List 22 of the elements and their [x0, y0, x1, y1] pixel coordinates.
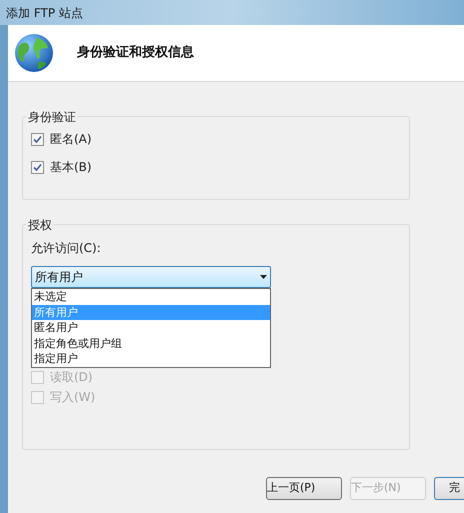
dropdown[interactable]: 所有用户 — [31, 266, 271, 288]
dialog-button[interactable]: 完 — [434, 477, 464, 500]
checkbox-label: 写入(W) — [50, 389, 96, 406]
check-icon — [33, 134, 42, 144]
window-title: 添加 FTP 站点 — [6, 4, 83, 22]
dropdown-option[interactable]: 匿名用户 — [32, 320, 270, 336]
dialog-button[interactable]: 上一页(P) — [266, 477, 342, 500]
globe-icon — [13, 32, 55, 74]
group-title: 身份验证 — [26, 108, 78, 126]
checkbox-label: 基本(B) — [50, 159, 92, 176]
checkbox-label: 读取(D) — [50, 369, 93, 386]
check-icon — [33, 162, 42, 172]
group-title: 授权 — [26, 216, 54, 234]
dropdown-option[interactable]: 指定角色或用户组 — [32, 336, 270, 351]
checkbox-label: 匿名(A) — [50, 131, 92, 148]
dropdown-option[interactable]: 指定用户 — [32, 351, 270, 366]
checkbox[interactable] — [31, 132, 44, 146]
dropdown-option[interactable]: 未选定 — [32, 289, 270, 304]
page-heading: 身份验证和授权信息 — [77, 44, 194, 62]
caret-icon — [260, 275, 267, 279]
field-label: 允许访问(C): — [31, 240, 102, 257]
checkbox[interactable] — [31, 160, 44, 174]
